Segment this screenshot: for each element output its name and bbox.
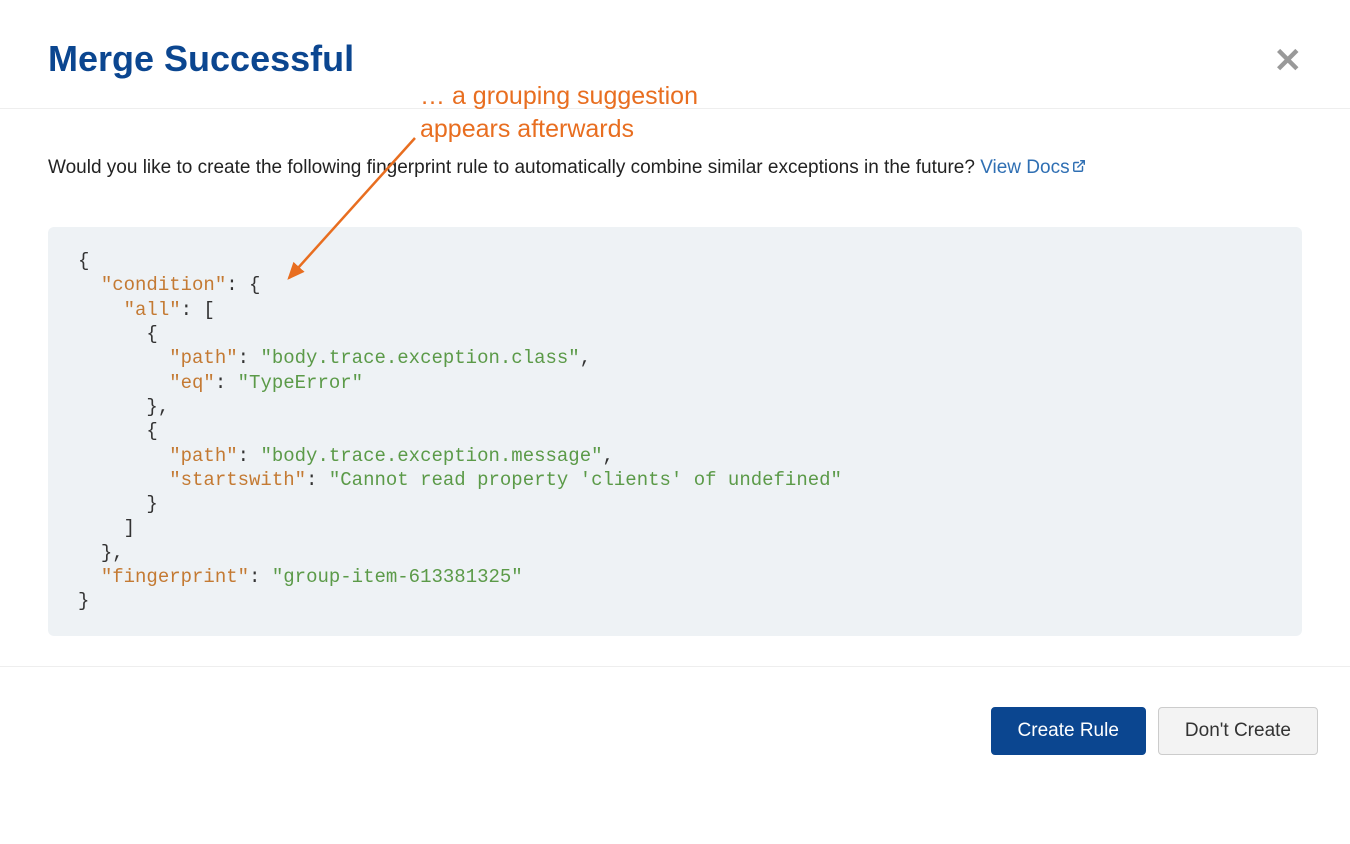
modal-title: Merge Successful xyxy=(48,38,354,80)
close-icon[interactable]: ✕ xyxy=(1274,44,1303,78)
code-key: "path" xyxy=(169,445,237,467)
code-key: "eq" xyxy=(169,372,215,394)
external-link-icon xyxy=(1072,157,1086,179)
code-key: "condition" xyxy=(101,274,226,296)
code-value: "group-item-613381325" xyxy=(272,566,523,588)
dont-create-button[interactable]: Don't Create xyxy=(1158,707,1318,755)
code-key: "path" xyxy=(169,347,237,369)
code-key: "fingerprint" xyxy=(101,566,249,588)
prompt-text: Would you like to create the following f… xyxy=(48,157,1302,179)
prompt-label: Would you like to create the following f… xyxy=(48,157,980,178)
create-rule-button[interactable]: Create Rule xyxy=(991,707,1146,755)
modal-body: Would you like to create the following f… xyxy=(0,109,1350,666)
modal-header: Merge Successful ✕ xyxy=(0,0,1350,109)
view-docs-link[interactable]: View Docs xyxy=(980,157,1085,178)
fingerprint-code-block: { "condition": { "all": [ { "path": "bod… xyxy=(48,227,1302,636)
code-value: "TypeError" xyxy=(238,372,363,394)
code-key: "startswith" xyxy=(169,469,306,491)
code-key: "all" xyxy=(124,299,181,321)
code-value: "body.trace.exception.message" xyxy=(260,445,602,467)
code-value: "Cannot read property 'clients' of undef… xyxy=(329,469,842,491)
code-value: "body.trace.exception.class" xyxy=(260,347,579,369)
docs-link-label: View Docs xyxy=(980,157,1069,178)
modal-footer: Create Rule Don't Create xyxy=(0,666,1350,787)
